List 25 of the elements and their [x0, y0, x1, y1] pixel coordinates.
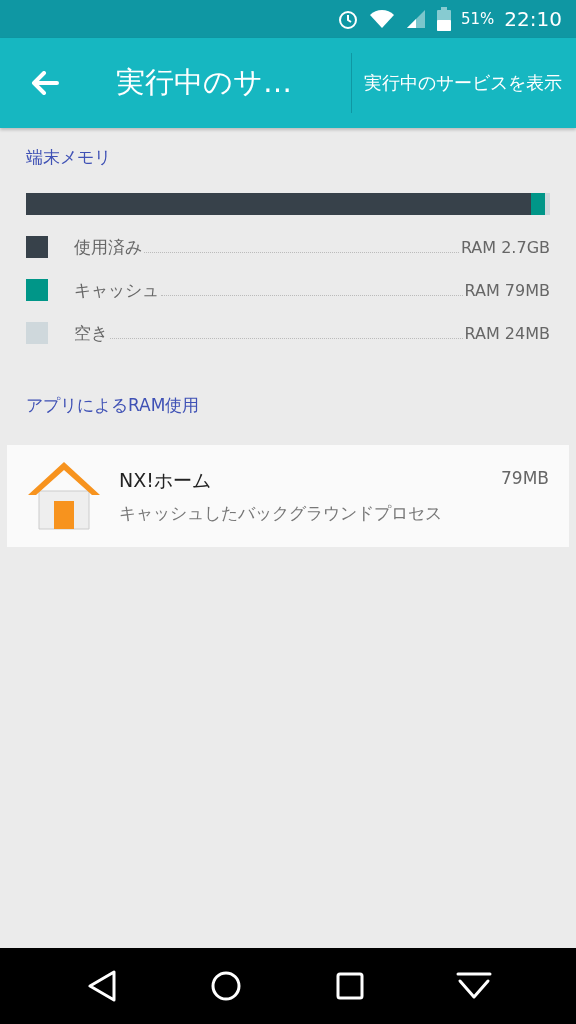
legend-value: RAM 24MB — [464, 323, 550, 343]
house-icon — [27, 461, 101, 531]
app-description: キャッシュしたバックグラウンドプロセス — [119, 501, 443, 525]
legend-value: RAM 2.7GB — [460, 237, 550, 257]
app-name: NX!ホーム — [119, 467, 211, 493]
signal-icon — [405, 8, 427, 30]
battery-percent: 51% — [461, 10, 495, 28]
wifi-icon — [369, 8, 395, 30]
section-heading: 端末メモリ — [26, 146, 112, 169]
legend-label: 空き — [74, 321, 108, 345]
circle-icon — [210, 970, 242, 1002]
battery-icon — [437, 7, 451, 31]
legend-label: キャッシュ — [74, 278, 159, 302]
legend-label: 使用済み — [74, 235, 142, 259]
legend-value: RAM 79MB — [464, 280, 550, 300]
app-card[interactable]: NX!ホーム 79MB キャッシュしたバックグラウンドプロセス — [7, 445, 569, 547]
screen-title: 実行中のサ… — [115, 64, 293, 101]
section-heading: アプリによるRAM使用 — [26, 394, 201, 417]
clock: 22:10 — [504, 7, 562, 31]
alarm-icon — [337, 8, 359, 30]
app-memory: 79MB — [501, 467, 549, 490]
down-arrow-icon — [456, 971, 492, 1001]
triangle-icon — [87, 970, 117, 1002]
back-arrow-icon — [31, 71, 59, 95]
square-icon — [336, 972, 364, 1000]
